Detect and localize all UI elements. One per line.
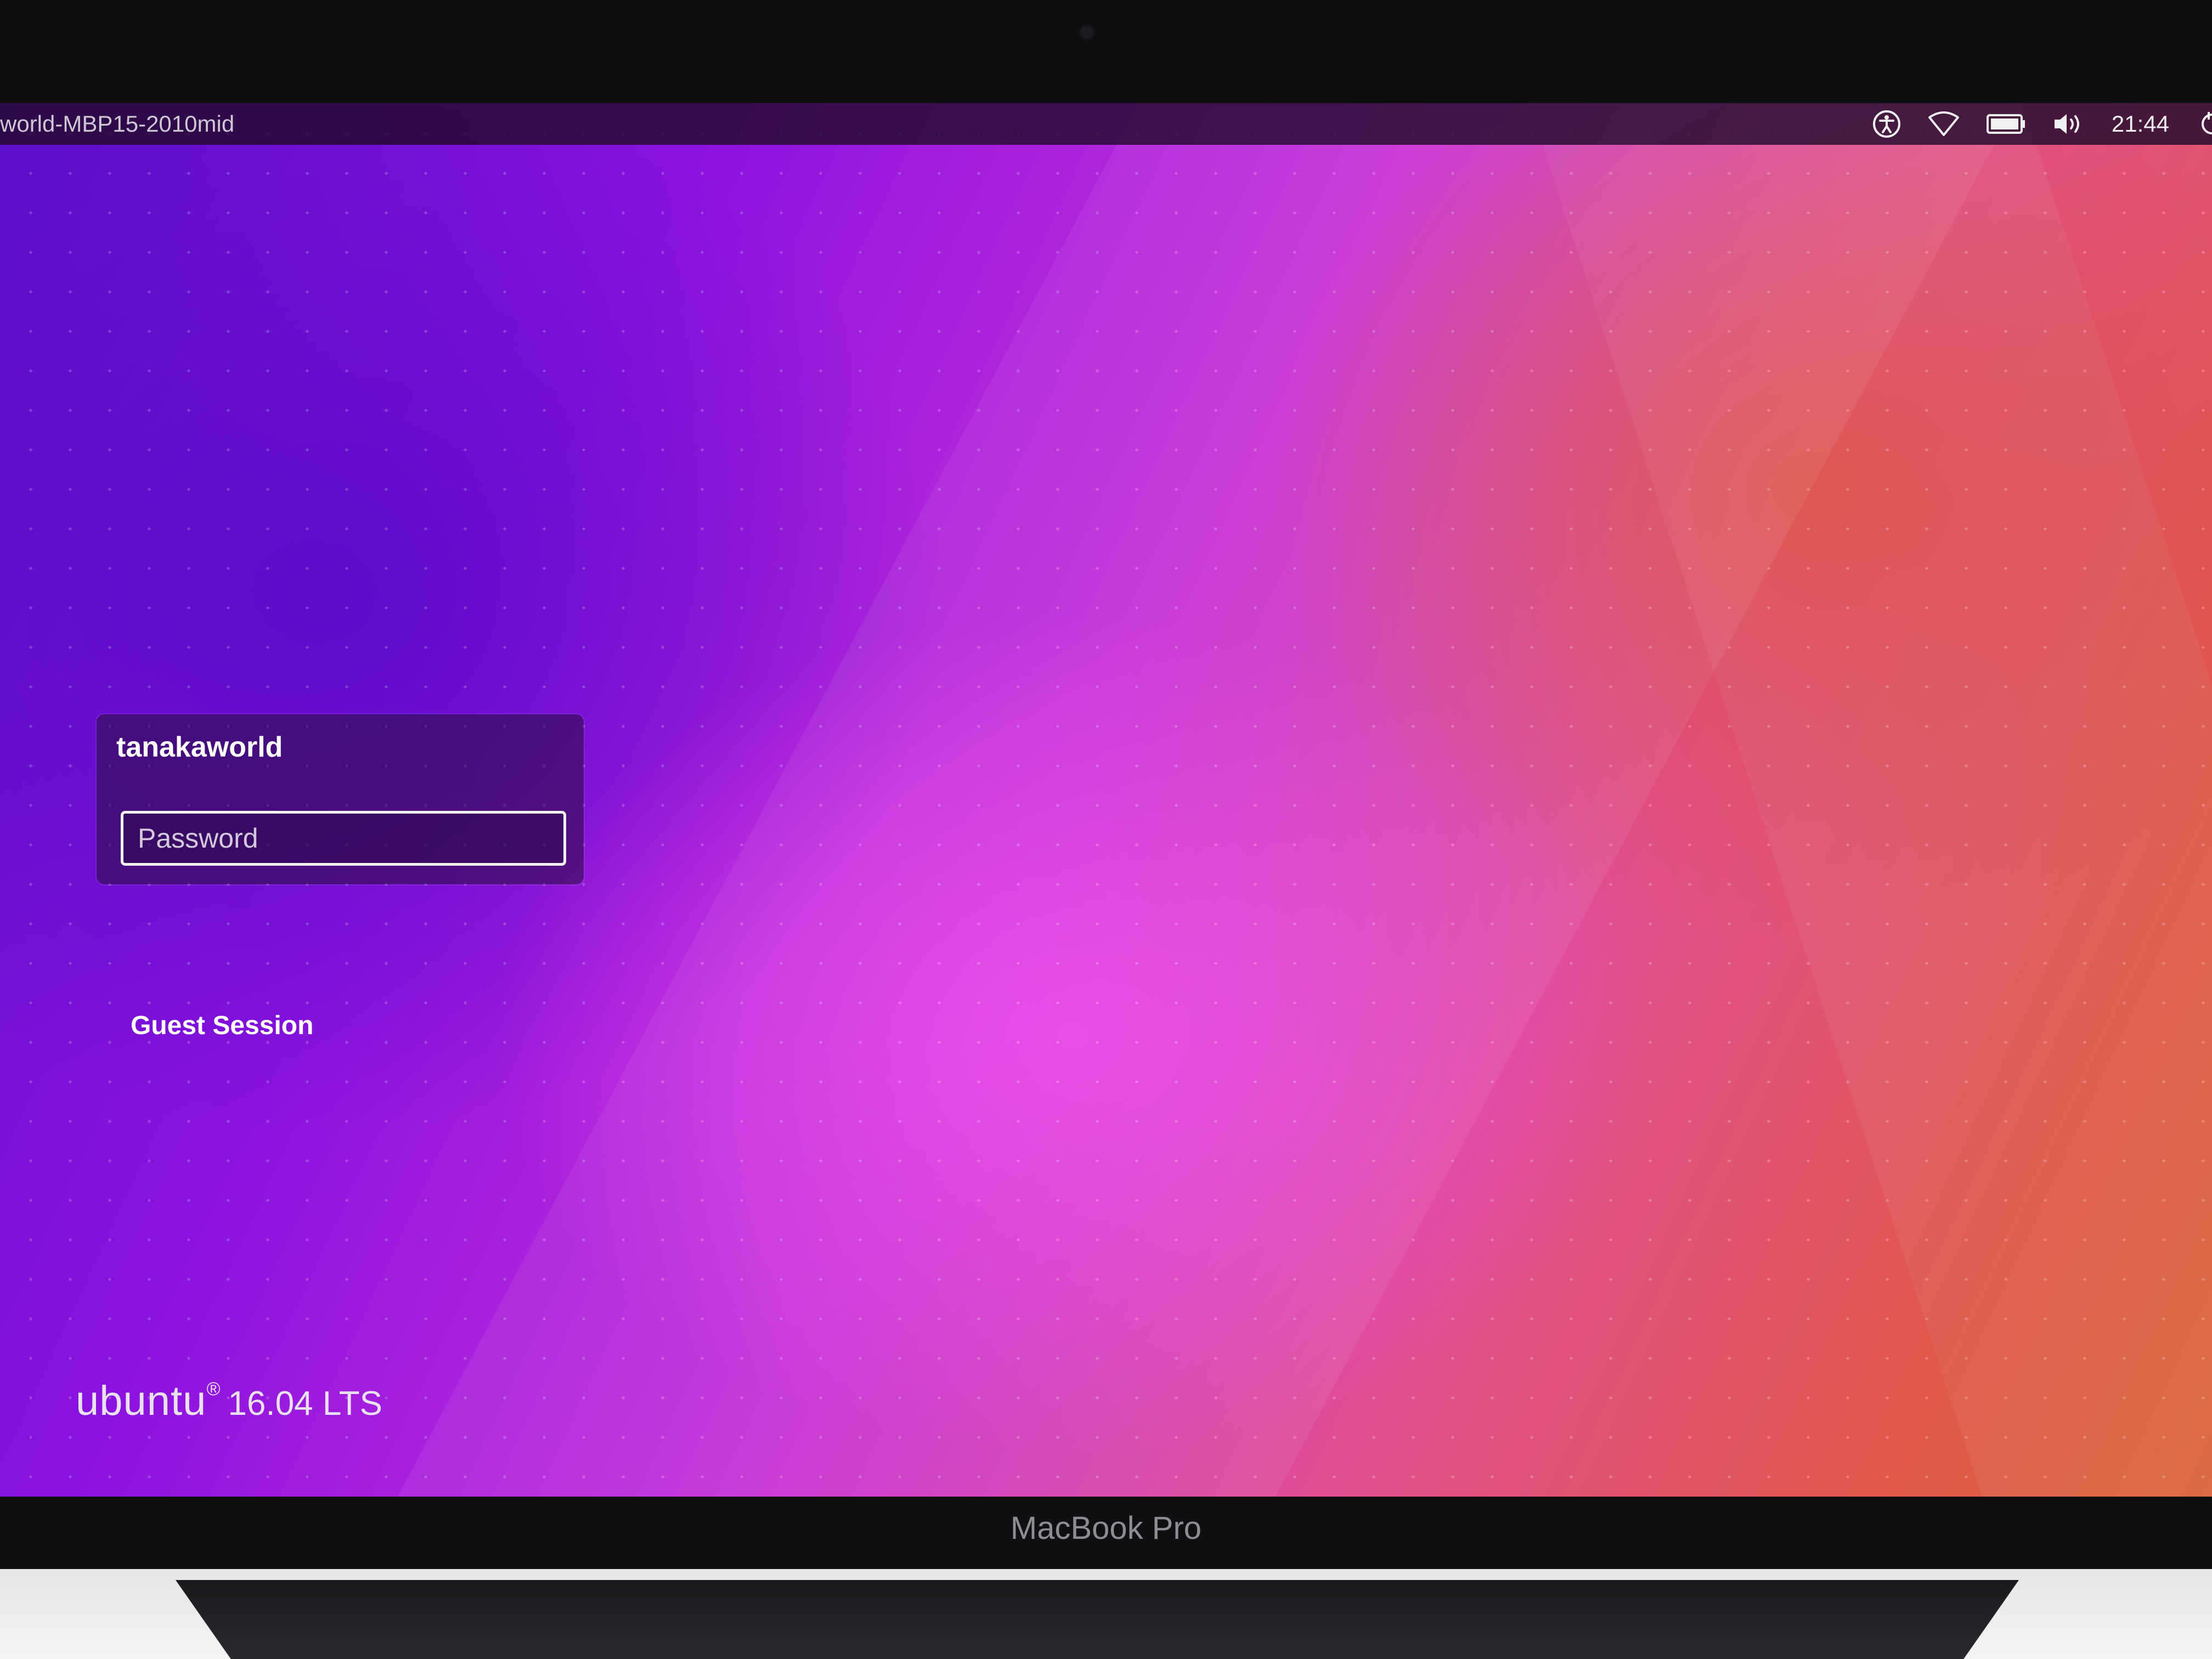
ubuntu-branding: ubuntu ® 16.04 LTS [76, 1377, 382, 1425]
laptop-hinge [176, 1580, 2019, 1659]
power-icon[interactable] [2196, 106, 2212, 142]
login-screen: world-MBP15-2010mid 21:44 tanakaworld Gu… [0, 103, 2212, 1497]
webcam [1081, 26, 1093, 38]
top-panel: world-MBP15-2010mid 21:44 [0, 103, 2212, 145]
password-field[interactable] [121, 811, 566, 866]
device-label: MacBook Pro [1010, 1510, 1202, 1546]
version-label: 16.04 LTS [228, 1385, 382, 1423]
ubuntu-logo-text: ubuntu [76, 1378, 207, 1424]
wifi-icon[interactable] [1927, 106, 1960, 142]
guest-session-button[interactable]: Guest Session [131, 1011, 313, 1041]
battery-icon[interactable] [1986, 106, 2026, 142]
indicator-area: 21:44 [1872, 106, 2212, 142]
volume-icon[interactable] [2052, 106, 2085, 142]
registered-mark: ® [206, 1379, 221, 1400]
login-box: tanakaworld [97, 714, 584, 884]
username-label[interactable]: tanakaworld [116, 731, 283, 764]
hostname-label: world-MBP15-2010mid [0, 111, 235, 137]
clock[interactable]: 21:44 [2112, 106, 2169, 142]
accessibility-icon[interactable] [1872, 106, 1901, 142]
